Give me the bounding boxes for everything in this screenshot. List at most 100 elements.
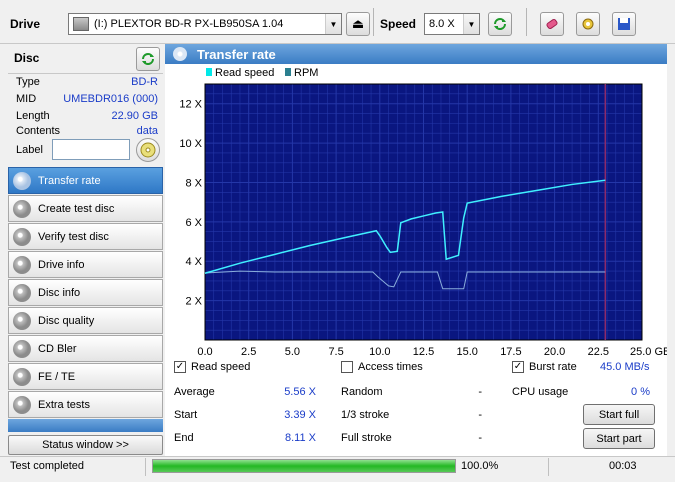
end-value: 8.11 X (285, 432, 316, 444)
end-label: End (174, 432, 194, 444)
disc-key: MID (16, 93, 37, 105)
drive-icon (73, 17, 89, 31)
x-tick-label: 12.5 (413, 346, 434, 356)
checkmark-icon: ✓ (174, 361, 186, 374)
drive-select-value: (I:) PLEXTOR BD-R PX-LB950SA 1.04 (94, 18, 284, 30)
disc-icon (13, 199, 31, 218)
speed-select[interactable]: 8.0 X ▼ (424, 13, 480, 35)
refresh-icon (141, 53, 155, 65)
y-tick-label: 4 X (185, 256, 202, 268)
settings-icon (582, 18, 594, 30)
nav-item-label: Verify test disc (38, 230, 109, 243)
nav-item-label: Disc info (38, 286, 81, 299)
drive-select[interactable]: (I:) PLEXTOR BD-R PX-LB950SA 1.04 ▼ (68, 13, 342, 35)
eject-button[interactable]: ⏏ (346, 12, 370, 36)
disc-value: 22.90 GB (111, 110, 158, 122)
x-tick-label: 10.0 (369, 346, 390, 356)
disc-value: UMEBDR016 (000) (63, 93, 158, 105)
save-button[interactable] (612, 12, 636, 36)
progress-fill (153, 460, 455, 472)
x-tick-label: 7.5 (328, 346, 343, 356)
label-input[interactable] (52, 139, 130, 160)
toolbar-divider (373, 8, 374, 36)
burst-rate-checkbox[interactable]: ✓ Burst rate (512, 361, 577, 374)
nav-item-label: Disc quality (38, 314, 95, 327)
random-value: - (478, 386, 482, 398)
nav-item-verify-test-disc[interactable]: Verify test disc (8, 223, 163, 250)
one-third-stroke-label: 1/3 stroke (341, 409, 390, 421)
start-part-button[interactable]: Start part (583, 428, 655, 449)
nav-item-fe-te[interactable]: FE / TE (8, 363, 163, 390)
status-text: Test completed (10, 460, 84, 472)
disc-icon (13, 227, 31, 246)
x-tick-label: 17.5 (500, 346, 521, 356)
nav-item-cd-bler[interactable]: CD Bler (8, 335, 163, 362)
refresh-disc-button[interactable] (136, 47, 160, 71)
y-tick-label: 6 X (185, 217, 202, 229)
nav-item-drive-info[interactable]: Drive info (8, 251, 163, 278)
nav-item-label: Transfer rate (38, 174, 101, 187)
disc-value: data (136, 125, 158, 137)
refresh-speed-button[interactable] (488, 12, 512, 36)
x-tick-label: 0.0 (197, 346, 212, 356)
elapsed-time: 00:03 (609, 460, 637, 472)
eject-icon: ⏏ (351, 16, 365, 31)
progress-text: 100.0% (461, 460, 499, 472)
status-window-button[interactable]: Status window >> (8, 435, 163, 455)
start-full-button[interactable]: Start full (583, 404, 655, 425)
drive-label: Drive (10, 17, 41, 31)
read-speed-label: Read speed (191, 361, 251, 373)
nav-item-disc-info[interactable]: Disc info (8, 279, 163, 306)
nav-item-label: Drive info (38, 258, 85, 271)
start-label: Start (174, 409, 198, 421)
full-stroke-value: - (478, 432, 482, 444)
cpu-usage-value: 0 % (631, 386, 650, 398)
disc-key: Type (16, 76, 40, 88)
checkmark-icon: ✓ (512, 361, 524, 374)
burst-rate-value: 45.0 MB/s (600, 361, 650, 373)
y-tick-label: 2 X (185, 296, 202, 308)
disc-icon (173, 47, 187, 61)
nav-item-create-test-disc[interactable]: Create test disc (8, 195, 163, 222)
disc-row-mid: MID UMEBDR016 (000) (16, 93, 158, 105)
disc-icon (13, 255, 31, 274)
disc-icon (13, 367, 31, 386)
disc-icon (140, 142, 156, 158)
nav-item-label: CD Bler (38, 342, 77, 355)
write-label-button[interactable] (136, 138, 160, 162)
status-divider (548, 458, 549, 476)
nav-item-transfer-rate[interactable]: Transfer rate (8, 167, 163, 194)
x-tick-label: 25.0 GB (630, 346, 667, 356)
disc-row-type: Type BD-R (16, 76, 158, 88)
x-tick-label: 5.0 (285, 346, 300, 356)
panel-title: Transfer rate (197, 46, 276, 62)
disc-icon (13, 339, 31, 358)
floppy-icon (618, 18, 630, 30)
disc-value: BD-R (131, 76, 158, 88)
toolbar-divider (526, 8, 527, 36)
disc-row-length: Length 22.90 GB (16, 110, 158, 122)
disc-row-contents: Contents data (16, 125, 158, 137)
read-speed-checkbox[interactable]: ✓ Read speed (174, 361, 251, 374)
disc-icon (13, 283, 31, 302)
full-stroke-label: Full stroke (341, 432, 392, 444)
checkbox-icon (341, 361, 353, 374)
speed-select-value: 8.0 X (429, 18, 455, 30)
progress-bar (152, 459, 456, 473)
chevron-down-icon: ▼ (325, 14, 341, 34)
status-divider (145, 458, 146, 476)
chart-area: 2 X 4 X 6 X 8 X 10 X 12 X 0.0 2.5 5.0 7.5 10.0 12.5… (165, 64, 670, 358)
refresh-icon (493, 18, 507, 30)
y-tick-label: 10 X (179, 138, 202, 150)
average-value: 5.56 X (284, 386, 316, 398)
nav-item-disc-quality[interactable]: Disc quality (8, 307, 163, 334)
burst-rate-label: Burst rate (529, 361, 577, 373)
transfer-rate-chart: 2 X 4 X 6 X 8 X 10 X 12 X 0.0 2.5 5.0 7.5 10.0 12.5… (179, 67, 670, 358)
access-times-checkbox[interactable]: Access times (341, 361, 423, 374)
erase-button[interactable] (540, 12, 564, 36)
options-button[interactable] (576, 12, 600, 36)
x-tick-label: 22.5 (588, 346, 609, 356)
speed-label: Speed (380, 17, 417, 31)
chevron-down-icon: ▼ (463, 14, 479, 34)
nav-item-extra-tests[interactable]: Extra tests (8, 391, 163, 418)
